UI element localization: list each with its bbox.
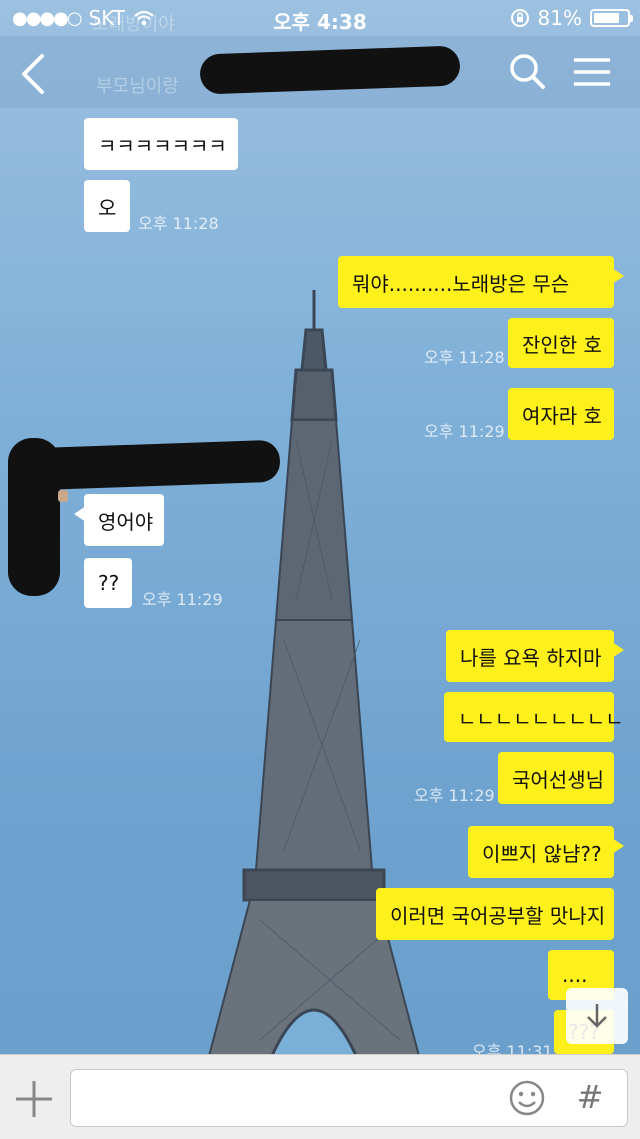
battery-icon — [590, 9, 633, 27]
plus-icon[interactable] — [12, 1077, 56, 1121]
message-bubble[interactable]: 국어선생님 — [498, 752, 614, 804]
sender-name-redacted — [29, 439, 281, 491]
message-bubble[interactable]: 잔인한 호 — [508, 318, 614, 368]
message-bubble[interactable]: 영어야 — [74, 494, 164, 546]
message-time: 오후 11:29 — [414, 786, 495, 805]
status-right: 81% — [510, 6, 633, 30]
arrow-down-icon — [587, 1004, 607, 1028]
ghost-preview-line2: 부모님이랑 — [96, 76, 179, 97]
search-icon[interactable] — [508, 52, 546, 90]
scroll-to-bottom-button[interactable] — [566, 988, 628, 1044]
message-bubble[interactable]: 오 — [84, 180, 130, 232]
message-bubble[interactable]: 이쁘지 않냠?? — [468, 826, 624, 878]
ghost-preview-line1: 노래방이야 — [92, 14, 175, 35]
message-bubble[interactable]: 뭐야..........노래방은 무슨 — [338, 256, 624, 308]
message-time: 오후 11:28 — [138, 214, 219, 233]
message-composer: # — [0, 1054, 640, 1139]
avatar[interactable] — [58, 490, 68, 502]
battery-percent: 81% — [537, 6, 582, 30]
menu-icon[interactable] — [572, 56, 612, 88]
message-bubble[interactable]: ?? — [84, 558, 132, 608]
message-time: 오후 11:29 — [142, 590, 223, 609]
back-chevron-icon[interactable] — [14, 52, 54, 96]
message-bubble[interactable]: ㅋㅋㅋㅋㅋㅋㅋ — [84, 118, 238, 170]
hash-icon[interactable]: # — [572, 1077, 608, 1117]
message-bubble[interactable]: 나를 요욕 하지마 — [446, 630, 624, 682]
message-bubble[interactable]: 여자라 호 — [508, 388, 614, 440]
message-time: 오후 11:29 — [424, 422, 505, 441]
rotation-lock-icon — [510, 9, 529, 27]
emoticon-icon[interactable] — [508, 1079, 546, 1117]
message-time: 오후 11:28 — [424, 348, 505, 367]
battery-level — [594, 13, 620, 23]
message-bubble[interactable]: ㄴㄴㄴㄴㄴㄴㄴㄴㄴ — [444, 692, 624, 742]
message-bubble[interactable]: 이러면 국어공부할 맛나지 — [376, 888, 614, 940]
